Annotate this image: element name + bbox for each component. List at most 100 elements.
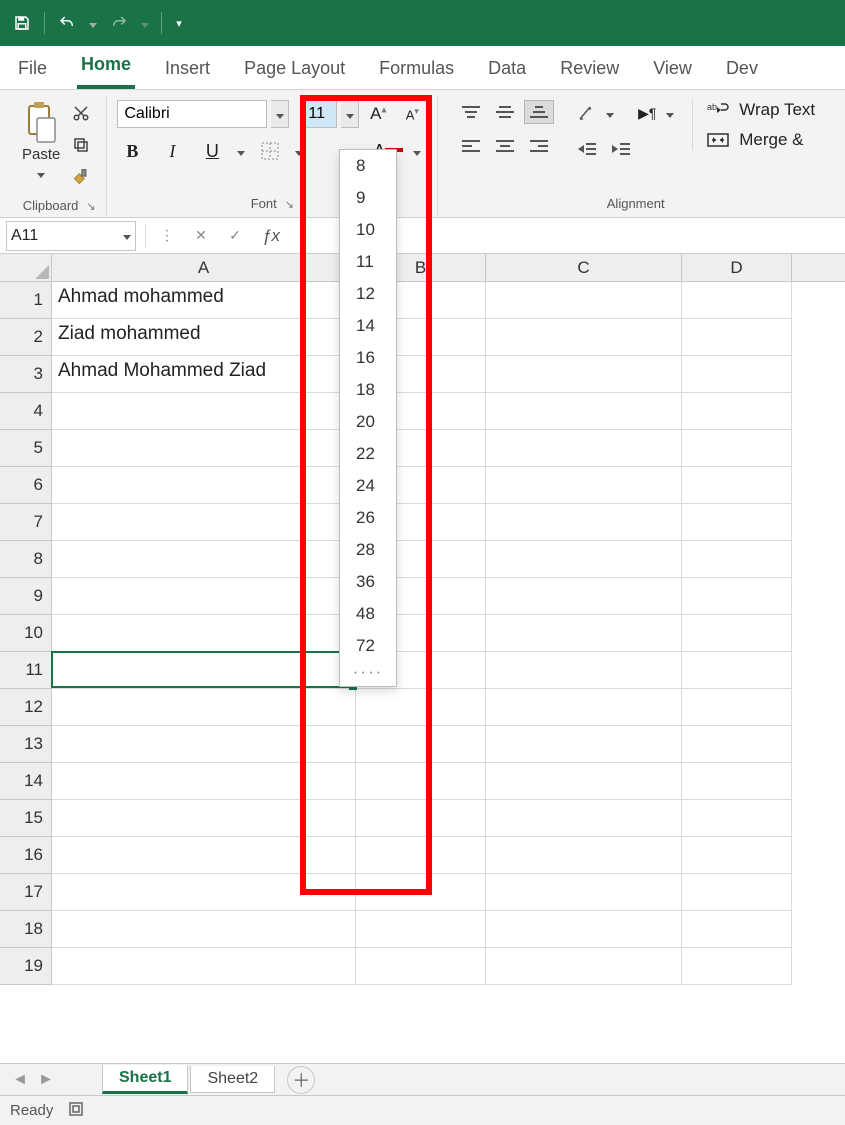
cell-A9[interactable] — [52, 578, 356, 615]
cell-C9[interactable] — [486, 578, 682, 615]
cell-C1[interactable] — [486, 282, 682, 319]
font-size-option-22[interactable]: 22 — [340, 438, 396, 470]
row-header-14[interactable]: 14 — [0, 763, 51, 800]
row-header-19[interactable]: 19 — [0, 948, 51, 985]
row-header-15[interactable]: 15 — [0, 800, 51, 837]
font-size-option-72[interactable]: 72 — [340, 630, 396, 662]
row-header-3[interactable]: 3 — [0, 356, 51, 393]
macro-record-icon[interactable] — [69, 1102, 87, 1120]
font-name-dropdown[interactable] — [271, 100, 289, 128]
decrease-font-button[interactable]: A▾ — [397, 101, 427, 127]
cell-A17[interactable] — [52, 874, 356, 911]
cell-A14[interactable] — [52, 763, 356, 800]
font-size-option-16[interactable]: 16 — [340, 342, 396, 374]
cell-C12[interactable] — [486, 689, 682, 726]
row-header-16[interactable]: 16 — [0, 837, 51, 874]
font-size-option-10[interactable]: 10 — [340, 214, 396, 246]
tab-developer[interactable]: Dev — [722, 50, 762, 89]
cell-C14[interactable] — [486, 763, 682, 800]
decrease-indent-button[interactable] — [572, 136, 602, 162]
cell-A12[interactable] — [52, 689, 356, 726]
font-size-option-28[interactable]: 28 — [340, 534, 396, 566]
font-size-option-20[interactable]: 20 — [340, 406, 396, 438]
undo-dropdown[interactable] — [85, 9, 101, 37]
font-size-option-8[interactable]: 8 — [340, 150, 396, 182]
col-header-A[interactable]: A — [52, 254, 356, 281]
underline-dropdown[interactable] — [237, 143, 245, 159]
cell-D1[interactable] — [682, 282, 792, 319]
bold-button[interactable]: B — [117, 138, 147, 164]
cell-D14[interactable] — [682, 763, 792, 800]
align-left-button[interactable] — [456, 134, 486, 158]
cell-D8[interactable] — [682, 541, 792, 578]
row-header-12[interactable]: 12 — [0, 689, 51, 726]
cell-C10[interactable] — [486, 615, 682, 652]
font-size-dropdown[interactable] — [341, 100, 359, 128]
font-name-input[interactable] — [117, 100, 267, 128]
cell-A6[interactable] — [52, 467, 356, 504]
cell-D4[interactable] — [682, 393, 792, 430]
cell-C17[interactable] — [486, 874, 682, 911]
row-header-17[interactable]: 17 — [0, 874, 51, 911]
tab-data[interactable]: Data — [484, 50, 530, 89]
cell-A19[interactable] — [52, 948, 356, 985]
tab-formulas[interactable]: Formulas — [375, 50, 458, 89]
undo-button[interactable] — [53, 9, 81, 37]
enter-formula-button[interactable]: ✓ — [218, 221, 252, 251]
align-right-button[interactable] — [524, 134, 554, 158]
row-header-1[interactable]: 1 — [0, 282, 51, 319]
cell-D2[interactable] — [682, 319, 792, 356]
row-header-18[interactable]: 18 — [0, 911, 51, 948]
tab-file[interactable]: File — [14, 50, 51, 89]
fx-icon[interactable]: ƒx — [252, 226, 290, 246]
cell-C8[interactable] — [486, 541, 682, 578]
row-header-4[interactable]: 4 — [0, 393, 51, 430]
text-direction-dropdown[interactable] — [666, 105, 674, 121]
tab-insert[interactable]: Insert — [161, 50, 214, 89]
font-size-option-36[interactable]: 36 — [340, 566, 396, 598]
font-size-more[interactable]: ···· — [340, 662, 396, 686]
font-size-option-11[interactable]: 11 — [340, 246, 396, 278]
cell-B19[interactable] — [356, 948, 486, 985]
cell-C7[interactable] — [486, 504, 682, 541]
font-size-option-26[interactable]: 26 — [340, 502, 396, 534]
cell-D3[interactable] — [682, 356, 792, 393]
cell-D18[interactable] — [682, 911, 792, 948]
redo-dropdown[interactable] — [137, 9, 153, 37]
qat-customize[interactable]: ▾ — [170, 9, 188, 37]
cell-A18[interactable] — [52, 911, 356, 948]
cell-C2[interactable] — [486, 319, 682, 356]
cell-A5[interactable] — [52, 430, 356, 467]
font-size-option-9[interactable]: 9 — [340, 182, 396, 214]
cell-A16[interactable] — [52, 837, 356, 874]
sheet-nav-prev[interactable]: ◄ — [8, 1068, 32, 1092]
col-header-C[interactable]: C — [486, 254, 682, 281]
cell-D7[interactable] — [682, 504, 792, 541]
save-button[interactable] — [8, 9, 36, 37]
row-header-11[interactable]: 11 — [0, 652, 51, 689]
increase-font-button[interactable]: A▴ — [363, 101, 393, 127]
cell-A13[interactable] — [52, 726, 356, 763]
formula-bar-options[interactable]: ⋮ — [150, 221, 184, 251]
col-header-D[interactable]: D — [682, 254, 792, 281]
select-all-corner[interactable] — [0, 254, 52, 281]
cell-D10[interactable] — [682, 615, 792, 652]
cell-D17[interactable] — [682, 874, 792, 911]
clipboard-launcher-icon[interactable]: ↘ — [86, 200, 95, 213]
merge-center-button[interactable]: Merge & — [707, 130, 815, 150]
cut-button[interactable] — [66, 100, 96, 126]
cell-C16[interactable] — [486, 837, 682, 874]
row-header-8[interactable]: 8 — [0, 541, 51, 578]
orientation-dropdown[interactable] — [606, 105, 614, 121]
cell-B17[interactable] — [356, 874, 486, 911]
cell-B13[interactable] — [356, 726, 486, 763]
row-header-2[interactable]: 2 — [0, 319, 51, 356]
cell-D15[interactable] — [682, 800, 792, 837]
sheet-tab-1[interactable]: Sheet1 — [102, 1065, 188, 1094]
orientation-button[interactable] — [572, 100, 602, 126]
font-size-option-24[interactable]: 24 — [340, 470, 396, 502]
cell-C4[interactable] — [486, 393, 682, 430]
cancel-formula-button[interactable]: ✕ — [184, 221, 218, 251]
cell-C19[interactable] — [486, 948, 682, 985]
cell-B12[interactable] — [356, 689, 486, 726]
